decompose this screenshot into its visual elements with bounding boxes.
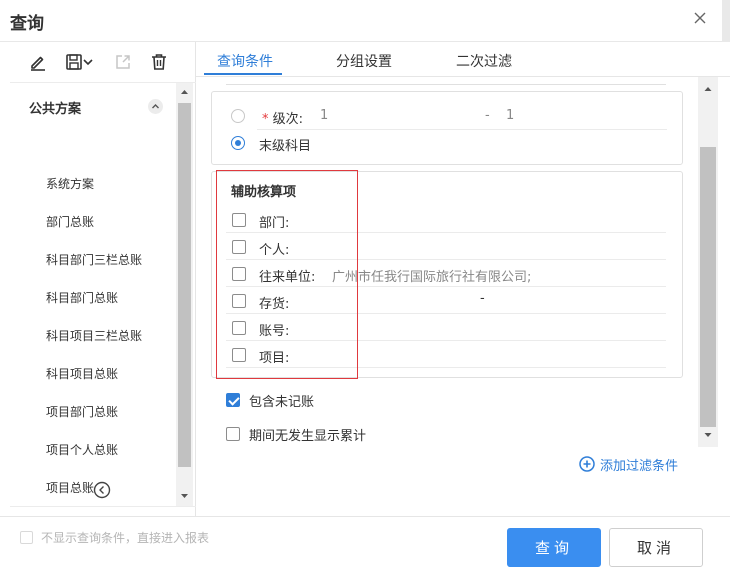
background-scrollbar	[722, 0, 730, 42]
clipped-field-divider	[226, 77, 666, 85]
scheme-group-public[interactable]: 公共方案	[10, 93, 176, 119]
skip-conditions-checkbox[interactable]	[20, 531, 33, 544]
level-label-text: 级次:	[272, 112, 304, 127]
scheme-item[interactable]: 科目项目三栏总账	[46, 327, 142, 344]
tab-secondary-filter[interactable]: 二次过滤	[456, 51, 512, 71]
scheme-list-scrollbar[interactable]	[176, 83, 193, 507]
include-unposted-label: 包含未记账	[249, 395, 315, 410]
aux-value-inventory[interactable]: -	[480, 291, 485, 306]
trash-icon[interactable]	[149, 51, 169, 73]
dialog-titlebar: 查询	[0, 0, 730, 42]
row-divider	[257, 129, 667, 130]
level-radio[interactable]	[231, 109, 245, 123]
scheme-item[interactable]: 科目部门总账	[46, 289, 118, 306]
chevron-up-icon[interactable]	[148, 99, 163, 114]
last-level-label: 末级科目	[259, 139, 312, 154]
account-level-box: * 级次: 1 - 1 末级科目	[211, 91, 683, 165]
include-unposted-checkbox[interactable]	[226, 393, 240, 407]
scheme-item[interactable]: 项目总账	[46, 479, 94, 496]
export-icon[interactable]	[113, 51, 133, 73]
show-cumulative-label: 期间无发生显示累计	[249, 429, 367, 444]
collapse-panel-icon[interactable]	[93, 481, 111, 499]
scheme-item[interactable]: 科目项目总账	[46, 365, 118, 382]
scheme-item[interactable]: 项目个人总账	[46, 441, 118, 458]
show-cumulative-checkbox[interactable]	[226, 427, 240, 441]
scheme-group-label: 公共方案	[29, 102, 82, 117]
active-tab-indicator	[204, 73, 282, 75]
scheme-item[interactable]: 系统方案	[46, 175, 94, 192]
close-icon[interactable]	[692, 10, 708, 26]
dialog-title: 查询	[10, 14, 44, 34]
scheme-item[interactable]: 部门总账	[46, 213, 94, 230]
scheme-item[interactable]: 项目部门总账	[46, 403, 118, 420]
level-from-value[interactable]: 1	[320, 108, 328, 123]
level-range-separator: -	[485, 108, 490, 123]
query-tabs: 查询条件 分组设置 二次过滤	[196, 42, 730, 77]
required-mark: *	[262, 112, 269, 127]
skip-conditions-label: 不显示查询条件，直接进入报表	[41, 531, 210, 545]
content-scrollbar[interactable]	[698, 77, 718, 447]
dialog-footer: 不显示查询条件，直接进入报表 查询 取消	[0, 516, 730, 576]
tab-query-conditions[interactable]: 查询条件	[217, 51, 273, 71]
highlight-frame	[216, 170, 358, 379]
add-filter-button[interactable]: 添加过滤条件	[579, 455, 679, 474]
scheme-list: 公共方案 系统方案 部门总账 科目部门三栏总账 科目部门总账 科目项目三栏总账 …	[10, 83, 196, 507]
save-icon[interactable]	[64, 51, 84, 73]
scheme-toolbar	[10, 42, 196, 83]
last-level-radio[interactable]	[231, 136, 245, 150]
edit-icon[interactable]	[28, 51, 48, 73]
tab-group-settings[interactable]: 分组设置	[336, 51, 392, 71]
level-label: * 级次:	[262, 108, 303, 127]
aux-value-counterparty[interactable]: 广州市任我行国际旅行社有限公司;	[332, 266, 531, 285]
chevron-down-icon[interactable]	[82, 51, 94, 73]
query-conditions-panel: * 级次: 1 - 1 末级科目 辅助核算项 部门: 个人: 往来单位: 广州市…	[196, 77, 698, 516]
scheme-panel: 公共方案 系统方案 部门总账 科目部门三栏总账 科目部门总账 科目项目三栏总账 …	[10, 42, 196, 516]
level-to-value[interactable]: 1	[506, 108, 514, 123]
plus-circle-icon	[579, 456, 595, 472]
cancel-button[interactable]: 取消	[609, 528, 703, 567]
add-filter-label: 添加过滤条件	[600, 458, 679, 474]
query-button[interactable]: 查询	[507, 528, 601, 567]
scheme-item[interactable]: 科目部门三栏总账	[46, 251, 142, 268]
